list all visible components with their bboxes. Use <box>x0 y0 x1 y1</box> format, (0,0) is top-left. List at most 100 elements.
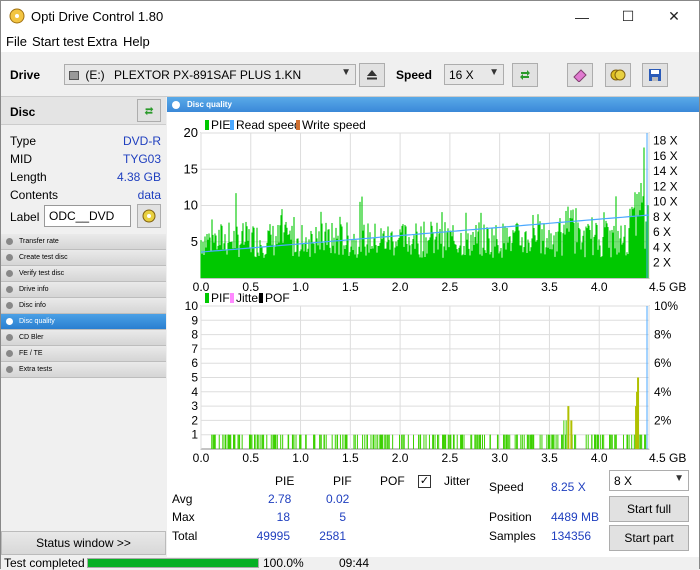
stats-col-pie: PIE <box>275 474 295 488</box>
stats-col-pif: PIF <box>333 474 352 488</box>
menu-file[interactable]: File <box>6 34 27 49</box>
stats-total-pif: 2581 <box>319 529 346 543</box>
chart2-x-tick: 1.5 <box>342 451 359 465</box>
progress-percent: 100.0% <box>263 556 304 570</box>
stats-col-pof: POF <box>380 474 405 488</box>
chart2-x-tick: 0.5 <box>242 451 259 465</box>
nav-item-icon <box>6 270 13 277</box>
chart2-legend-swatch <box>230 293 234 303</box>
chart2-legend-swatch <box>205 293 209 303</box>
status-window-button[interactable]: Status window >> <box>1 531 166 555</box>
chart1-legend-swatch <box>205 120 209 130</box>
chart1-legend-label: Write speed <box>302 118 366 132</box>
copy-button[interactable] <box>605 63 631 87</box>
stats-samples-value: 134356 <box>551 529 592 543</box>
chart2-x-tick: 3.5 <box>541 451 558 465</box>
nav-item-disc-info[interactable]: Disc info <box>1 298 166 314</box>
stats-max-pif: 5 <box>339 510 346 524</box>
nav-item-fe-te[interactable]: FE / TE <box>1 346 166 362</box>
stats-samples-label: Samples <box>489 529 536 543</box>
disc-label-apply-button[interactable] <box>137 204 161 228</box>
nav-item-icon <box>6 334 13 341</box>
jitter-checkbox[interactable]: ✓ <box>418 475 431 488</box>
nav-item-label: Extra tests <box>19 366 53 373</box>
save-icon <box>649 69 661 81</box>
erase-button[interactable] <box>567 63 593 87</box>
stats-col-jitter: Jitter <box>444 474 471 488</box>
stats-panel: PIE PIF POF ✓ Jitter Avg 2.78 0.02 Max 1… <box>167 467 699 557</box>
test-speed-select[interactable]: 8 X ▼ <box>609 470 689 491</box>
disc-info-box: Disc Type DVD-R MID TYG03 Length 4.38 GB… <box>1 97 166 234</box>
minimize-button[interactable]: — <box>559 1 605 32</box>
nav-item-label: Disc quality <box>19 318 55 325</box>
save-button[interactable] <box>642 63 668 87</box>
chart1-x-tick: 3.5 <box>541 280 558 294</box>
progress-bar <box>87 558 259 568</box>
chart1-y2-tick: 6 X <box>653 225 671 239</box>
chart1-x-tick: 0.0 <box>193 280 210 294</box>
menu-start-test[interactable]: Start test <box>32 34 84 49</box>
drive-select[interactable]: (E:) PLEXTOR PX-891SAF PLUS 1.KN ▼ <box>64 64 356 85</box>
nav-item-icon <box>6 302 13 309</box>
chart1-legend-label: PIE <box>211 118 230 132</box>
stats-total-label: Total <box>172 529 198 543</box>
menu-extra[interactable]: Extra <box>87 34 117 49</box>
disc-refresh-button[interactable] <box>137 99 161 122</box>
drive-icon <box>69 71 79 80</box>
start-full-button[interactable]: Start full <box>609 496 689 522</box>
drive-name: PLEXTOR PX-891SAF PLUS 1.KN <box>114 68 302 82</box>
stats-speed-label: Speed <box>489 480 524 494</box>
chevron-down-icon: ▼ <box>341 67 351 78</box>
chart2-y2-tick: 2% <box>654 413 672 427</box>
charts-svg: 0.0 0.5 1.0 1.5 2.0 2.5 3.0 3.5 4.0 4.5 GB2015105… <box>184 118 687 465</box>
main-panel: Disc quality 0.0 0.5 1.0 1.5 2.0 2.5 3.0 3.5 4.0… <box>167 97 699 557</box>
chart1-y2-tick: 14 X <box>653 164 678 178</box>
chart-area: 0.0 0.5 1.0 1.5 2.0 2.5 3.0 3.5 4.0 4.5 GB 20 15 10 5… <box>167 112 699 467</box>
disc-label-field[interactable]: ODC__DVD <box>44 205 131 227</box>
chart1-x-tick: 1.5 <box>342 280 359 294</box>
left-panel: Disc Type DVD-R MID TYG03 Length 4.38 GB… <box>1 97 166 557</box>
stats-avg-pif: 0.02 <box>326 492 350 506</box>
chart2-x-tick: 4.0 <box>591 451 608 465</box>
chart1-x-tick: 4.0 <box>591 280 608 294</box>
nav-item-label: Create test disc <box>19 254 68 261</box>
nav-list: Transfer rate Create test disc Verify test… <box>1 234 166 378</box>
disc-type-value: DVD-R <box>123 134 161 148</box>
speed-select[interactable]: 16 X ▼ <box>444 64 504 85</box>
nav-item-drive-info[interactable]: Drive info <box>1 282 166 298</box>
start-part-button[interactable]: Start part <box>609 525 689 551</box>
chart1-x-tick: 1.0 <box>292 280 309 294</box>
nav-item-cd-bler[interactable]: CD Bler <box>1 330 166 346</box>
nav-item-disc-quality[interactable]: Disc quality <box>1 314 166 330</box>
disc-quality-icon <box>172 101 180 109</box>
nav-item-extra-tests[interactable]: Extra tests <box>1 362 166 378</box>
chart2-x-tick: 2.5 <box>442 451 459 465</box>
nav-item-verify-test-disc[interactable]: Verify test disc <box>1 266 166 282</box>
nav-item-transfer-rate[interactable]: Transfer rate <box>1 234 166 250</box>
nav-item-create-test-disc[interactable]: Create test disc <box>1 250 166 266</box>
chart2-y-tick: 7 <box>191 342 198 356</box>
nav-item-icon <box>6 318 13 325</box>
stats-speed-value: 8.25 X <box>551 480 586 494</box>
chart2-y2-tick: 10% <box>654 299 678 313</box>
panel-header: Disc quality <box>167 97 699 112</box>
chart1-legend-label: Read speed <box>236 118 301 132</box>
refresh-speed-button[interactable] <box>512 63 538 87</box>
maximize-button[interactable]: ☐ <box>605 1 651 32</box>
menu-help[interactable]: Help <box>123 34 150 49</box>
stats-total-pie: 49995 <box>256 529 290 543</box>
chevron-down-icon: ▼ <box>674 473 684 484</box>
eject-icon <box>367 70 377 80</box>
copy-icon <box>610 69 626 81</box>
chart2-y-tick: 10 <box>185 299 199 313</box>
panel-title: Disc quality <box>187 100 232 109</box>
disc-length-label: Length <box>10 170 47 184</box>
app-window: Opti Drive Control 1.80 — ☐ ✕ File Start… <box>0 0 700 570</box>
chart2-y-tick: 3 <box>191 399 198 413</box>
chart1-y2-tick: 16 X <box>653 149 678 163</box>
eraser-icon <box>573 69 587 82</box>
close-button[interactable]: ✕ <box>651 1 697 32</box>
disc-label-label: Label <box>10 210 40 224</box>
chart2-x-tick: 0.0 <box>193 451 210 465</box>
eject-button[interactable] <box>359 63 385 87</box>
